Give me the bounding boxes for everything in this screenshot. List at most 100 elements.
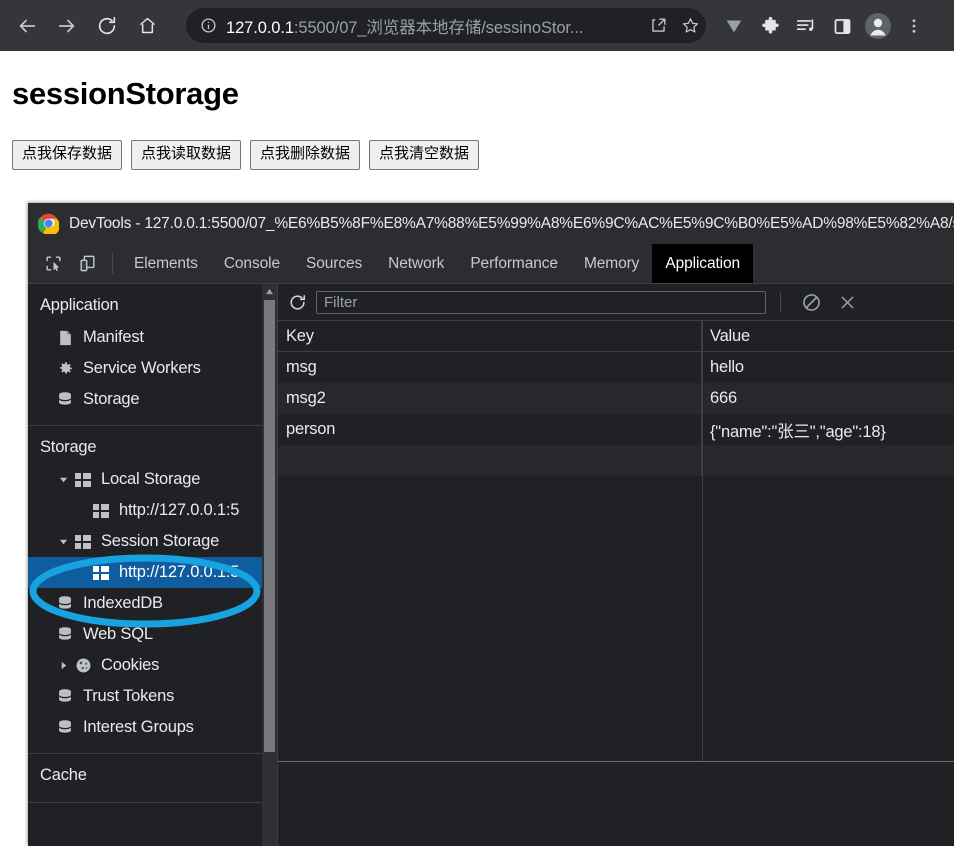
sidebar-section-cache: Cache	[28, 754, 277, 803]
address-bar[interactable]: 127.0.0.1:5500/07_浏览器本地存储/sessinoStor...	[186, 8, 706, 43]
sidebar-item-local-storage[interactable]: Local Storage	[28, 464, 277, 495]
cell-key[interactable]: person	[278, 414, 702, 445]
reload-button[interactable]	[89, 8, 125, 44]
browser-toolbar: 127.0.0.1:5500/07_浏览器本地存储/sessinoStor...	[0, 0, 954, 51]
storage-table: Key Value msg hello msg2 666 person {"na…	[278, 321, 954, 762]
cell-value[interactable]: 666	[702, 383, 954, 414]
back-arrow-icon	[16, 15, 38, 37]
cell-value-empty[interactable]	[702, 445, 954, 476]
cell-key-empty[interactable]	[278, 445, 702, 476]
sidebar-header-application: Application	[40, 296, 119, 314]
sidebar-item-trust-tokens[interactable]: Trust Tokens	[28, 681, 277, 712]
sidebar-item-label: Local Storage	[101, 470, 201, 488]
clear-data-button[interactable]: 点我清空数据	[369, 140, 480, 170]
cell-key[interactable]: msg	[278, 352, 702, 383]
cell-value[interactable]: {"name":"张三","age":18}	[702, 414, 954, 445]
page-button-row: 点我保存数据 点我读取数据 点我删除数据 点我清空数据	[12, 140, 954, 170]
tab-sources[interactable]: Sources	[293, 244, 375, 283]
chrome-logo-icon	[37, 213, 60, 236]
sidebar-item-label: Storage	[83, 390, 140, 408]
table-grid-icon	[90, 565, 112, 580]
address-path: :5500/07_浏览器本地存储/sessinoStor...	[293, 18, 584, 37]
delete-data-button[interactable]: 点我删除数据	[250, 140, 361, 170]
database-icon	[54, 688, 76, 705]
column-header-value[interactable]: Value	[702, 321, 954, 351]
chevron-down-icon[interactable]	[54, 475, 72, 484]
media-playlist-icon[interactable]	[788, 8, 824, 44]
tabbar-divider	[112, 253, 113, 274]
share-icon[interactable]	[642, 10, 674, 42]
vimeo-extension-icon[interactable]	[716, 8, 752, 44]
tab-application[interactable]: Application	[652, 244, 754, 283]
tab-memory[interactable]: Memory	[571, 244, 652, 283]
table-row[interactable]: msg hello	[278, 352, 954, 383]
sidebar-item-storage[interactable]: Storage	[28, 384, 277, 415]
tab-elements[interactable]: Elements	[121, 244, 211, 283]
database-icon	[54, 719, 76, 736]
star-icon[interactable]	[674, 10, 706, 42]
cell-key[interactable]: msg2	[278, 383, 702, 414]
database-icon	[54, 626, 76, 643]
sidebar-item-label: Trust Tokens	[83, 687, 175, 705]
chevron-right-icon[interactable]	[54, 661, 72, 670]
table-grid-icon	[72, 534, 94, 549]
home-icon	[137, 15, 158, 36]
sidebar-item-session-storage[interactable]: Session Storage	[28, 526, 277, 557]
devtools-window-title: DevTools - 127.0.0.1:5500/07_%E6%B5%8F%E…	[69, 214, 954, 232]
sidebar-item-local-storage-origin[interactable]: http://127.0.0.1:5	[28, 495, 277, 526]
sidebar-item-cookies[interactable]: Cookies	[28, 650, 277, 681]
info-circle-icon[interactable]	[194, 17, 222, 34]
sidebar-header-cache: Cache	[40, 766, 87, 784]
sidebar-item-session-storage-origin[interactable]: http://127.0.0.1:5	[28, 557, 277, 588]
profile-avatar-icon[interactable]	[860, 8, 896, 44]
device-toolbar-icon[interactable]	[70, 244, 104, 283]
sidebar-item-service-workers[interactable]: Service Workers	[28, 353, 277, 384]
address-host: 127.0.0.1	[226, 18, 294, 37]
extensions-puzzle-icon[interactable]	[752, 8, 788, 44]
side-panel-icon[interactable]	[824, 8, 860, 44]
read-data-button[interactable]: 点我读取数据	[131, 140, 242, 170]
table-empty-row[interactable]	[278, 445, 954, 476]
sidebar-item-manifest[interactable]: Manifest	[28, 322, 277, 353]
sidebar-scrollbar[interactable]	[262, 284, 277, 846]
devtools-titlebar: DevTools - 127.0.0.1:5500/07_%E6%B5%8F%E…	[28, 203, 954, 244]
refresh-icon[interactable]	[278, 293, 316, 312]
browser-extension-icons	[716, 8, 932, 44]
close-x-icon[interactable]	[829, 293, 865, 312]
chrome-menu-icon[interactable]	[896, 8, 932, 44]
sidebar-section-application: Application Manifest Service Workers Sto…	[28, 284, 277, 426]
devtools-body: Application Manifest Service Workers Sto…	[28, 284, 954, 846]
back-button[interactable]	[9, 8, 45, 44]
tab-performance[interactable]: Performance	[457, 244, 571, 283]
toolbar-divider	[780, 292, 781, 312]
table-row[interactable]: msg2 666	[278, 383, 954, 414]
sidebar-item-indexeddb[interactable]: IndexedDB	[28, 588, 277, 619]
forward-arrow-icon	[56, 15, 78, 37]
forward-button[interactable]	[49, 8, 85, 44]
inspect-element-icon[interactable]	[36, 244, 70, 283]
chevron-down-icon[interactable]	[54, 537, 72, 546]
table-bottom-divider	[278, 761, 954, 762]
application-sidebar: Application Manifest Service Workers Sto…	[28, 284, 278, 846]
tab-console[interactable]: Console	[211, 244, 293, 283]
address-bar-text[interactable]: 127.0.0.1:5500/07_浏览器本地存储/sessinoStor...	[222, 14, 642, 38]
database-icon	[54, 595, 76, 612]
filter-input[interactable]: Filter	[316, 290, 766, 314]
table-row[interactable]: person {"name":"张三","age":18}	[278, 414, 954, 445]
sidebar-item-label: Service Workers	[83, 359, 201, 377]
column-header-key[interactable]: Key	[278, 321, 702, 351]
column-divider[interactable]	[702, 321, 703, 762]
sidebar-item-interest-groups[interactable]: Interest Groups	[28, 712, 277, 743]
sidebar-item-label: Interest Groups	[83, 718, 194, 736]
sidebar-section-storage: Storage Local Storage http://127.0.0.1:5…	[28, 426, 277, 754]
cell-value[interactable]: hello	[702, 352, 954, 383]
scroll-up-arrow-icon[interactable]	[262, 284, 277, 298]
scrollbar-thumb[interactable]	[264, 300, 275, 752]
sidebar-item-label: IndexedDB	[83, 594, 163, 612]
tab-network[interactable]: Network	[375, 244, 457, 283]
home-button[interactable]	[129, 8, 165, 44]
sidebar-item-web-sql[interactable]: Web SQL	[28, 619, 277, 650]
clear-all-no-entry-icon[interactable]	[793, 292, 829, 313]
sidebar-item-label: Manifest	[83, 328, 144, 346]
save-data-button[interactable]: 点我保存数据	[12, 140, 123, 170]
